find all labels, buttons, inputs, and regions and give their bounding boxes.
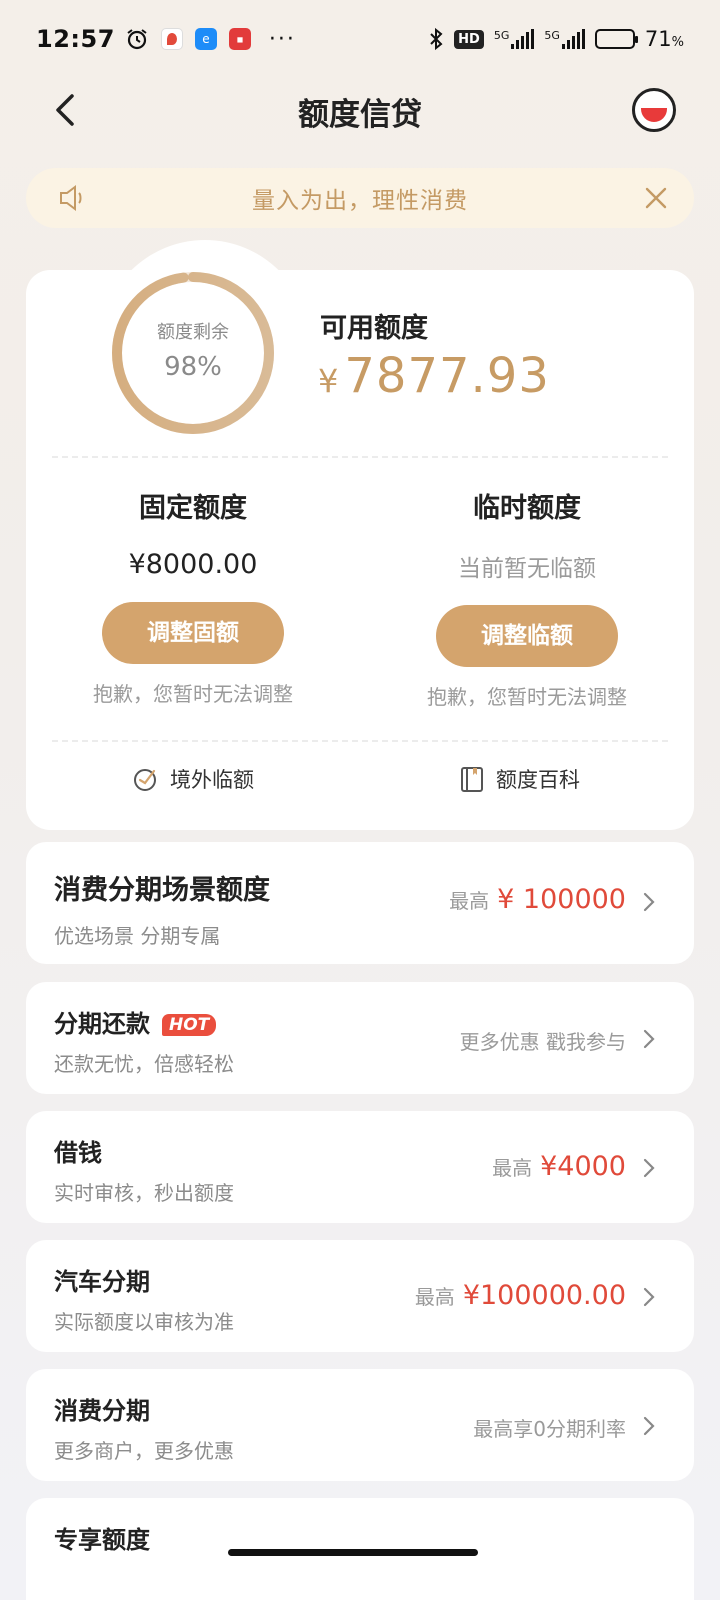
list-item-subtitle: 还款无忧，倍感轻松 bbox=[54, 1052, 234, 1076]
temp-limit-value: 当前暂无临额 bbox=[458, 556, 596, 582]
chevron-right-icon bbox=[643, 1416, 655, 1436]
speaker-icon bbox=[60, 185, 82, 211]
notice-banner: 量入为出，理性消费 bbox=[26, 168, 694, 228]
temp-limit-note: 抱歉，您暂时无法调整 bbox=[427, 685, 627, 709]
bluetooth-icon bbox=[430, 27, 443, 51]
ring-percent: 98% bbox=[164, 352, 222, 382]
fixed-limit-title: 固定额度 bbox=[139, 493, 247, 524]
list-item-right: 最高 ¥ 100000 bbox=[449, 884, 626, 915]
more-icon: ··· bbox=[268, 26, 296, 52]
list-item-subtitle: 实际额度以审核为准 bbox=[54, 1310, 234, 1334]
page-title: 额度信贷 bbox=[298, 96, 422, 133]
list-item-right: 最高享0分期利率 bbox=[473, 1417, 626, 1441]
alarm-icon bbox=[127, 29, 147, 50]
battery-percent: 71% bbox=[644, 27, 684, 51]
overseas-temp-limit-label: 境外临额 bbox=[170, 768, 254, 792]
hot-badge: HOT bbox=[162, 1014, 217, 1036]
list-item-consumer-installment[interactable]: 消费分期 更多商户，更多优惠 最高享0分期利率 bbox=[26, 1369, 694, 1481]
map-app-icon bbox=[160, 28, 183, 50]
list-item-title: 消费分期场景额度 bbox=[54, 875, 270, 906]
nav-bar: 额度信贷 bbox=[0, 78, 720, 144]
status-bar: 12:57 e ◼ ··· HD 5G 5G 71% bbox=[0, 0, 720, 78]
fixed-limit-note: 抱歉，您暂时无法调整 bbox=[93, 682, 293, 706]
temp-limit-title: 临时额度 bbox=[473, 493, 581, 524]
list-item-subtitle: 更多商户，更多优惠 bbox=[54, 1439, 234, 1463]
signal-1-icon: 5G bbox=[494, 29, 535, 49]
fixed-limit-column: 固定额度 ¥8000.00 调整固额 抱歉，您暂时无法调整 bbox=[26, 486, 360, 707]
browser-app-icon: e bbox=[194, 28, 217, 50]
battery-icon bbox=[594, 29, 638, 49]
list-item-installment-repay[interactable]: 分期还款 HOT 还款无忧，倍感轻松 更多优惠 戳我参与 bbox=[26, 982, 694, 1094]
list-item-subtitle: 优选场景 分期专属 bbox=[54, 924, 221, 948]
adjust-temp-button[interactable]: 调整临额 bbox=[436, 605, 618, 667]
list-item-right: 最高 ¥4000 bbox=[492, 1151, 626, 1182]
news-app-icon: ◼ bbox=[228, 28, 251, 50]
status-notification-icons: e ◼ ··· bbox=[125, 27, 296, 52]
list-item-title: 消费分期 bbox=[54, 1397, 150, 1425]
ring-label: 额度剩余 bbox=[157, 322, 229, 343]
chevron-right-icon bbox=[643, 892, 655, 912]
chevron-right-icon bbox=[643, 1158, 655, 1178]
chevron-right-icon bbox=[643, 1287, 655, 1307]
status-time: 12:57 bbox=[36, 25, 115, 53]
signal-2-icon: 5G bbox=[544, 29, 585, 49]
credit-limit-card: 额度剩余 98% 可用额度 ¥7877.93 固定额度 ¥8000.00 调整固… bbox=[26, 240, 694, 830]
max-amount: ¥100000.00 bbox=[462, 1280, 626, 1311]
credit-wiki-label: 额度百科 bbox=[496, 768, 580, 792]
mascot-assistant-icon[interactable] bbox=[632, 88, 676, 132]
overseas-temp-limit-link[interactable]: 境外临额 bbox=[132, 764, 254, 794]
available-currency: ¥ bbox=[318, 362, 339, 400]
adjust-fixed-button[interactable]: 调整固额 bbox=[102, 602, 284, 664]
temp-limit-column: 临时额度 当前暂无临额 调整临额 抱歉，您暂时无法调整 bbox=[360, 486, 694, 710]
status-system-icons: HD 5G 5G 71% bbox=[428, 27, 684, 51]
list-item-borrow[interactable]: 借钱 实时审核，秒出额度 最高 ¥4000 bbox=[26, 1111, 694, 1223]
book-icon bbox=[461, 767, 483, 792]
chevron-right-icon bbox=[643, 1029, 655, 1049]
available-amount-value: 7877.93 bbox=[344, 348, 550, 404]
divider bbox=[52, 740, 668, 742]
list-item-scene-installment[interactable]: 消费分期场景额度 优选场景 分期专属 最高 ¥ 100000 bbox=[26, 842, 694, 964]
max-amount: ¥4000 bbox=[540, 1151, 626, 1182]
globe-plane-icon bbox=[134, 769, 156, 791]
list-item-car-installment[interactable]: 汽车分期 实际额度以审核为准 最高 ¥100000.00 bbox=[26, 1240, 694, 1352]
hd-badge: HD bbox=[454, 29, 484, 49]
list-item-right: 更多优惠 戳我参与 bbox=[459, 1030, 626, 1054]
list-item-title: 专享额度 bbox=[54, 1526, 150, 1554]
list-item-right: 最高 ¥100000.00 bbox=[414, 1280, 626, 1311]
back-arrow-icon[interactable] bbox=[48, 92, 84, 128]
list-item-title: 分期还款 HOT bbox=[54, 1004, 217, 1039]
list-item-title: 借钱 bbox=[54, 1139, 102, 1167]
max-amount: ¥ 100000 bbox=[497, 884, 626, 915]
available-amount: ¥7877.93 bbox=[318, 348, 550, 404]
close-icon[interactable] bbox=[644, 186, 668, 210]
home-indicator[interactable] bbox=[228, 1549, 478, 1556]
list-item-subtitle: 实时审核，秒出额度 bbox=[54, 1181, 234, 1205]
list-item-title: 汽车分期 bbox=[54, 1268, 150, 1296]
fixed-limit-value: ¥8000.00 bbox=[128, 549, 258, 580]
credit-wiki-link[interactable]: 额度百科 bbox=[458, 764, 580, 794]
divider bbox=[52, 456, 668, 458]
available-label: 可用额度 bbox=[320, 313, 428, 344]
notice-text: 量入为出，理性消费 bbox=[252, 188, 468, 214]
